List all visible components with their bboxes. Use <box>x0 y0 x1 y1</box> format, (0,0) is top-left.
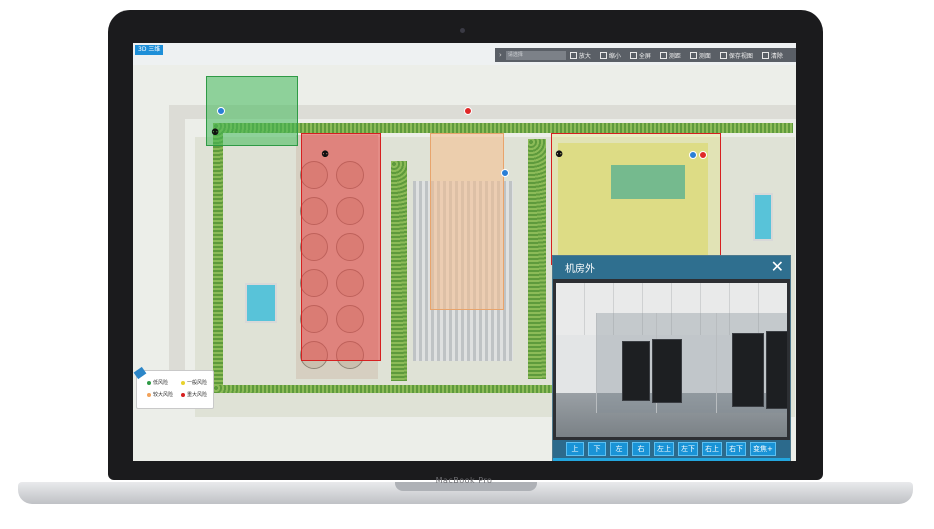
ptz-left-button[interactable]: 左 <box>610 442 628 456</box>
risk-zone-larger[interactable] <box>430 133 504 310</box>
road-left <box>169 105 185 405</box>
measure-distance-button[interactable]: 测距 <box>659 51 681 60</box>
screen: 3D 三维 › 请选择 放大 缩小 全屏 测距 测面 保存视图 清除 ⚉ ⚉ ⚉… <box>133 43 796 461</box>
webcam-icon <box>460 28 465 33</box>
legend-dot-icon <box>147 392 151 397</box>
zoom-out-icon <box>599 51 607 59</box>
clear-icon <box>761 51 769 59</box>
legend-dot-icon <box>181 392 185 397</box>
layer-select[interactable]: 请选择 <box>505 50 566 60</box>
greenbelt-left <box>213 123 223 393</box>
site-map[interactable]: ⚉ ⚉ ⚉ 低风险 一般风险 较大风险 重大风险 机房外 ✕ 上 下 左 右 左… <box>133 65 796 461</box>
personnel-icon[interactable]: ⚉ <box>321 151 329 160</box>
popup-header: 机房外 ✕ <box>553 256 790 279</box>
ptz-downright-button[interactable]: 右下 <box>726 442 746 456</box>
legend-item: 重大风险 <box>181 391 207 398</box>
save-icon <box>719 51 727 59</box>
ptz-downleft-button[interactable]: 左下 <box>678 442 698 456</box>
risk-legend: 低风险 一般风险 较大风险 重大风险 <box>133 366 214 409</box>
legend-dot-icon <box>147 380 151 385</box>
server-rack <box>622 341 650 401</box>
map-tool-strip: › 请选择 放大 缩小 全屏 测距 测面 保存视图 清除 <box>495 48 796 62</box>
ruler-icon <box>659 51 667 59</box>
camera-pin-icon[interactable] <box>689 151 697 159</box>
water-pool <box>245 283 277 323</box>
legend-dot-icon <box>181 380 185 385</box>
ptz-upright-button[interactable]: 右上 <box>702 442 722 456</box>
ptz-up-button[interactable]: 上 <box>566 442 584 456</box>
risk-zone-major[interactable] <box>301 133 381 361</box>
camera-popup: 机房外 ✕ 上 下 左 右 左上 左下 右上 右下 变焦+ <box>552 255 791 461</box>
legend-item: 较大风险 <box>147 391 173 398</box>
personnel-icon[interactable]: ⚉ <box>211 129 219 138</box>
popup-footer-strip <box>553 458 790 461</box>
greenbelt-mid <box>391 161 407 381</box>
measure-area-button[interactable]: 测面 <box>689 51 711 60</box>
ptz-controls: 上 下 左 右 左上 左下 右上 右下 变焦+ <box>553 440 790 458</box>
fullscreen-button[interactable]: 全屏 <box>629 51 651 60</box>
laptop-brand: MacBook Pro <box>435 476 493 485</box>
collapse-arrow-icon[interactable]: › <box>495 51 506 59</box>
camera-pin-icon[interactable] <box>217 107 225 115</box>
close-icon[interactable]: ✕ <box>771 257 784 277</box>
legend-item: 低风险 <box>147 379 168 386</box>
ptz-zoom-in-button[interactable]: 变焦+ <box>750 442 776 456</box>
greenbelt-top <box>213 123 793 133</box>
area-icon <box>689 51 697 59</box>
save-view-button[interactable]: 保存视图 <box>719 51 753 60</box>
top-toolbar: 3D 三维 › 请选择 放大 缩小 全屏 测距 测面 保存视图 清除 <box>133 43 796 65</box>
fullscreen-icon <box>629 51 637 59</box>
greenbelt-right <box>528 139 546 379</box>
ptz-right-button[interactable]: 右 <box>632 442 650 456</box>
camera-pin-icon[interactable] <box>464 107 472 115</box>
view-mode-tag[interactable]: 3D 三维 <box>135 45 164 55</box>
ptz-upleft-button[interactable]: 左上 <box>654 442 674 456</box>
alarm-pin-icon[interactable] <box>699 151 707 159</box>
server-rack <box>732 333 764 407</box>
zoom-in-icon <box>569 51 577 59</box>
zoom-out-button[interactable]: 缩小 <box>599 51 621 60</box>
popup-title: 机房外 <box>565 264 595 275</box>
zoom-in-button[interactable]: 放大 <box>569 51 591 60</box>
server-rack <box>652 339 682 403</box>
server-rack <box>766 331 787 409</box>
camera-pin-icon[interactable] <box>501 169 509 177</box>
personnel-icon[interactable]: ⚉ <box>555 151 563 160</box>
water-pool-right <box>753 193 773 241</box>
camera-video-feed[interactable] <box>556 283 787 437</box>
ptz-down-button[interactable]: 下 <box>588 442 606 456</box>
legend-item: 一般风险 <box>181 379 207 386</box>
legend-corner-tag <box>133 366 147 380</box>
clear-button[interactable]: 清除 <box>761 51 783 60</box>
